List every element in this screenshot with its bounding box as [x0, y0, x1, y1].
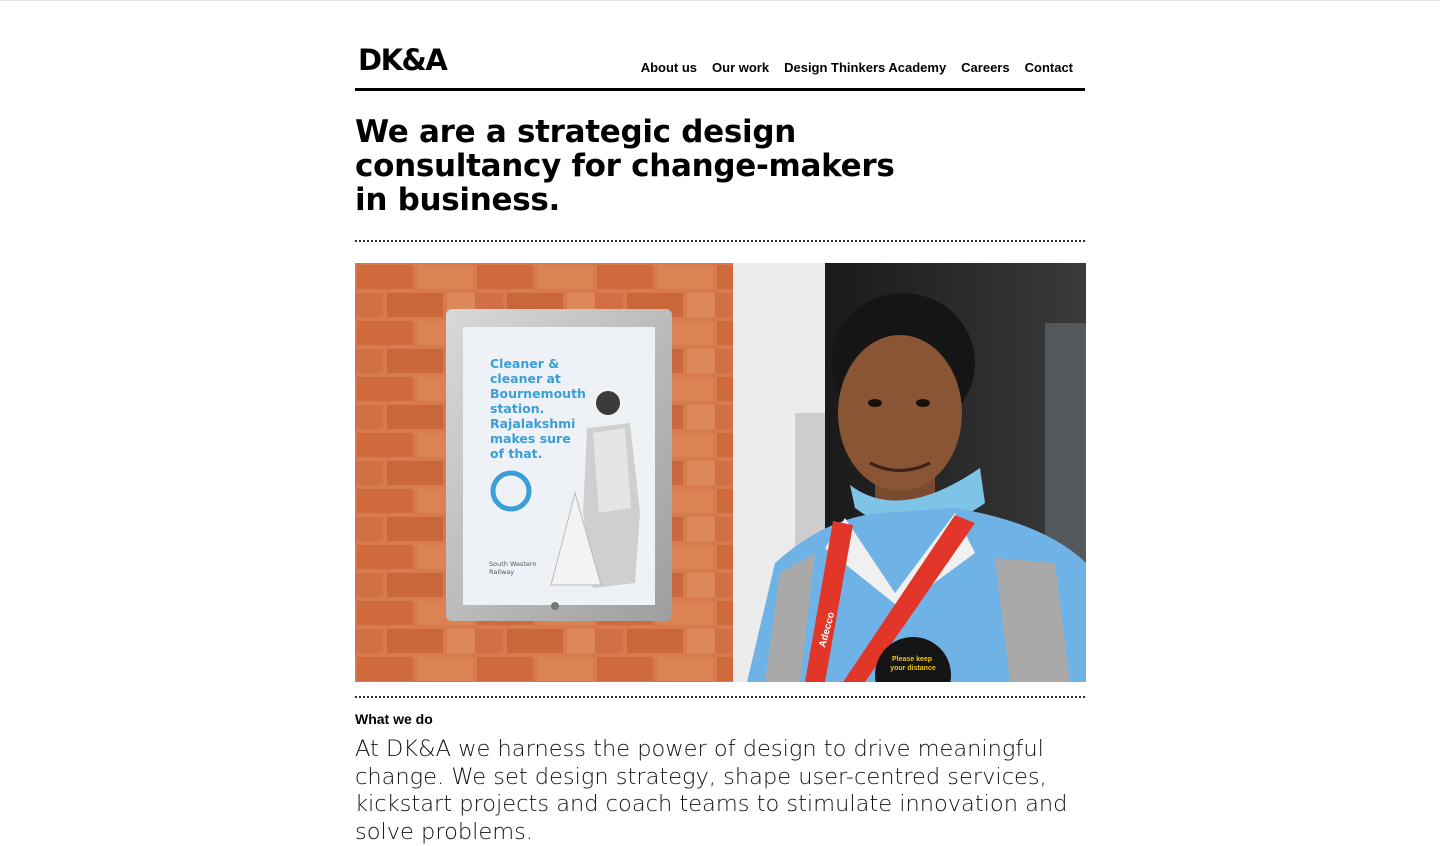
intro-text: At DK&A we harness the power of design t… [355, 736, 1068, 845]
section-label: What we do [355, 711, 433, 727]
poster-line-5: Rajalakshmi [490, 416, 575, 431]
main-nav: About us Our work Design Thinkers Academ… [641, 59, 1073, 77]
nav-about-us[interactable]: About us [641, 59, 697, 77]
nav-our-work[interactable]: Our work [712, 59, 769, 77]
poster-line-2: cleaner at [490, 371, 561, 386]
poster-frame: Cleaner & cleaner at Bournemouth station… [446, 309, 672, 621]
poster-footer-1: South Western [489, 560, 537, 568]
logo[interactable]: DK&A [358, 44, 448, 76]
poster-line-4: station. [490, 401, 544, 416]
nav-careers[interactable]: Careers [961, 59, 1009, 77]
badge-line-1: Please keep [892, 656, 932, 663]
site-header: DK&A About us Our work Design Thinkers A… [355, 0, 1085, 92]
dotted-divider [355, 240, 1085, 242]
hero-image: Cleaner & cleaner at Bournemouth station… [355, 263, 1086, 682]
header-divider [355, 88, 1085, 91]
hero-title: We are a strategic design consultancy fo… [355, 114, 895, 218]
poster-line-1: Cleaner & [490, 356, 559, 371]
poster-line-6: makes sure [490, 431, 571, 446]
poster-footer-2: Railway [489, 568, 514, 576]
nav-design-thinkers-academy[interactable]: Design Thinkers Academy [784, 59, 946, 77]
poster-line-3: Bournemouth [490, 386, 586, 401]
nav-contact[interactable]: Contact [1025, 59, 1073, 77]
poster-line-7: of that. [490, 446, 542, 461]
badge-line-2: your distance [890, 665, 936, 672]
dotted-divider [355, 696, 1085, 698]
